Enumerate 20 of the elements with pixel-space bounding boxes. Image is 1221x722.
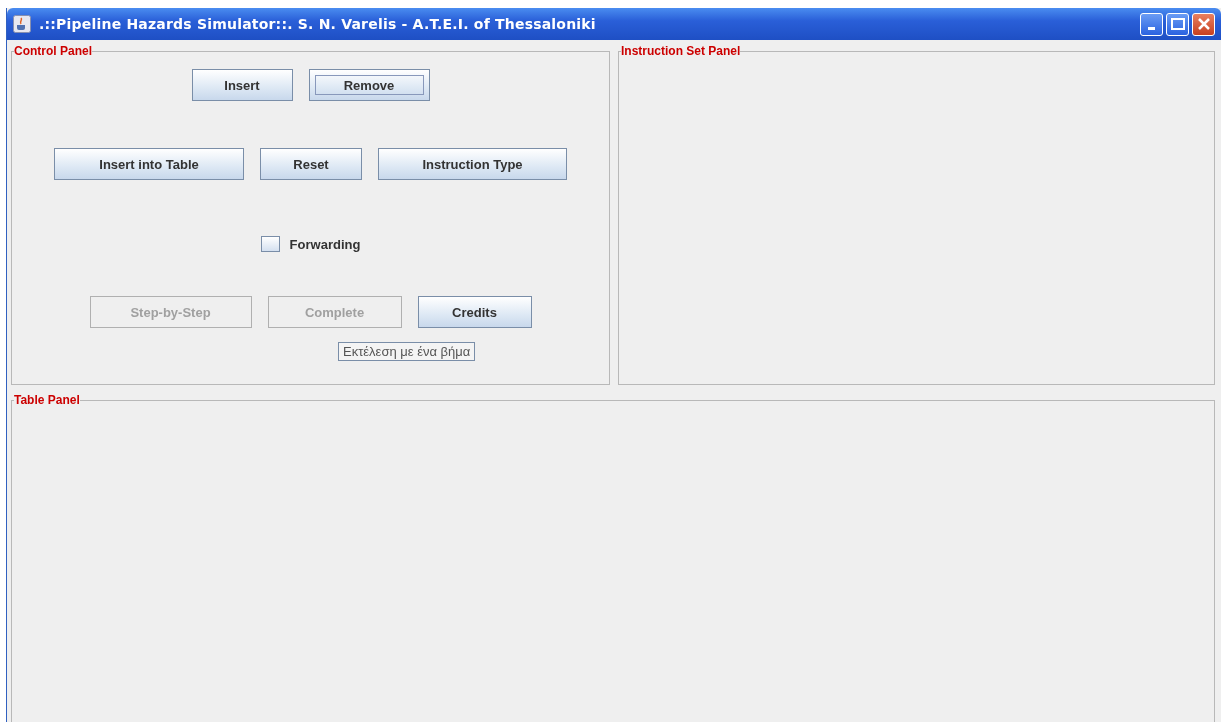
checkbox[interactable] bbox=[260, 236, 280, 252]
close-button[interactable] bbox=[1192, 12, 1215, 36]
push-button[interactable]: Reset bbox=[260, 148, 362, 180]
checkbox-label: Forwarding bbox=[289, 236, 361, 252]
close-icon bbox=[1196, 17, 1211, 31]
coffee-cup-icon bbox=[13, 15, 31, 33]
panel-title: Control Panel bbox=[14, 44, 92, 58]
push-button[interactable]: Instruction Type bbox=[378, 148, 567, 180]
window-title: .::Pipeline Hazards Simulator::. S. N. Varelis - A.T.E.I. of Thessaloniki bbox=[39, 16, 597, 32]
maximize-icon bbox=[1170, 18, 1185, 30]
push-button[interactable]: Credits bbox=[417, 296, 532, 328]
panel-title: Instruction Set Panel bbox=[621, 44, 741, 58]
push-button[interactable]: Insert into Table bbox=[54, 148, 244, 180]
tooltip: Εκτέλεση με ένα βήμα bbox=[338, 342, 476, 361]
push-button[interactable]: Remove bbox=[308, 69, 430, 101]
maximize-button[interactable] bbox=[1166, 12, 1189, 36]
minimize-icon bbox=[1148, 26, 1155, 30]
push-button[interactable]: Insert bbox=[191, 69, 293, 101]
panel-title: Table Panel bbox=[14, 393, 80, 407]
minimize-button[interactable] bbox=[1140, 12, 1163, 36]
